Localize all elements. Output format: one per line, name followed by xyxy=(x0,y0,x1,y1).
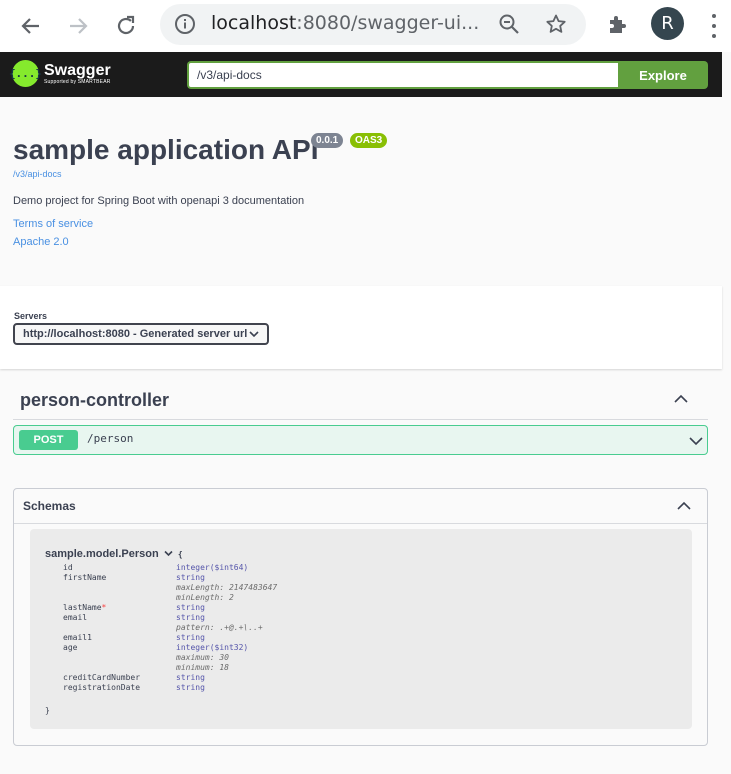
menu-icon[interactable] xyxy=(706,12,722,40)
divider xyxy=(13,419,708,420)
property-row: email1 string xyxy=(30,633,692,643)
property-type: string xyxy=(176,633,205,642)
property-name: email xyxy=(63,613,88,622)
back-button[interactable] xyxy=(17,12,45,40)
chevron-down-icon xyxy=(164,550,173,557)
tag-title[interactable]: person-controller xyxy=(20,390,169,411)
servers-label: Servers xyxy=(14,311,48,321)
terms-link[interactable]: Terms of service xyxy=(13,218,93,230)
property-row: age integer($int32) xyxy=(30,643,692,653)
required-marker: * xyxy=(101,603,107,612)
logo-name: Swagger xyxy=(44,61,111,79)
servers-selected: http://localhost:8080 - Generated server… xyxy=(23,328,248,340)
property-name: registrationDate xyxy=(63,683,141,692)
chevron-up-icon[interactable] xyxy=(676,498,692,519)
profile-avatar[interactable]: R xyxy=(651,7,684,40)
api-docs-link[interactable]: /v3/api-docs xyxy=(13,169,62,179)
logo-subtitle: Supported by SMARTBEAR xyxy=(44,78,111,85)
model-name[interactable]: sample.model.Person { xyxy=(45,548,183,560)
star-icon[interactable] xyxy=(545,13,567,40)
url-text: localhost:8080/swagger-ui... xyxy=(211,12,480,34)
license-link[interactable]: Apache 2.0 xyxy=(13,236,69,248)
schemas-section: Schemas sample.model.Person { id integer(… xyxy=(13,488,708,746)
api-url-input[interactable]: /v3/api-docs xyxy=(187,61,618,89)
property-row: id integer($int64) xyxy=(30,563,692,573)
method-badge: POST xyxy=(19,430,78,450)
property-constraint-row: minLength: 2 xyxy=(30,593,692,603)
info-icon[interactable] xyxy=(174,13,196,40)
reload-button[interactable] xyxy=(112,12,140,40)
open-brace: { xyxy=(177,550,183,559)
property-row: registrationDate string xyxy=(30,683,692,693)
property-constraint-row: minimum: 18 xyxy=(30,663,692,673)
property-type: string xyxy=(176,603,205,612)
servers-select[interactable]: http://localhost:8080 - Generated server… xyxy=(13,323,269,345)
swagger-logo[interactable]: {...} Swagger Supported by SMARTBEAR xyxy=(9,60,111,87)
model-box: sample.model.Person { id integer($int64) f… xyxy=(30,529,692,729)
reload-icon xyxy=(117,15,135,35)
zoom-icon[interactable] xyxy=(498,13,520,40)
version-badge: 0.0.1 xyxy=(311,133,344,148)
arrow-right-icon xyxy=(70,18,88,34)
arrow-left-icon xyxy=(21,18,39,34)
property-row: creditCardNumber string xyxy=(30,673,692,683)
property-name: email1 xyxy=(63,633,92,642)
property-constraint: minimum: 18 xyxy=(176,663,229,672)
chevron-up-icon[interactable] xyxy=(673,391,689,412)
property-name: lastName* xyxy=(63,603,107,612)
property-constraint: pattern: .+@.+\..+ xyxy=(176,623,263,632)
api-description: Demo project for Spring Boot with openap… xyxy=(13,195,305,207)
page-title: sample application API xyxy=(13,134,319,165)
property-type: string xyxy=(176,573,205,582)
property-type: string xyxy=(176,613,205,622)
browser-toolbar: localhost:8080/swagger-ui... R xyxy=(0,0,731,52)
property-type: integer($int32) xyxy=(176,643,249,652)
property-row: email string xyxy=(30,613,692,623)
property-constraint: minLength: 2 xyxy=(176,593,234,602)
property-type: string xyxy=(176,673,205,682)
info-section xyxy=(0,97,722,286)
operation-post-person[interactable]: POST /person xyxy=(13,425,708,455)
property-name: firstName xyxy=(63,573,107,582)
property-name: id xyxy=(63,563,73,572)
swagger-topbar: {...} Swagger Supported by SMARTBEAR /v3… xyxy=(0,52,722,97)
property-constraint-row: maxLength: 2147483647 xyxy=(30,583,692,593)
property-row: lastName* string xyxy=(30,603,692,613)
property-type: integer($int64) xyxy=(176,563,249,572)
property-name: creditCardNumber xyxy=(63,673,141,682)
property-constraint: maxLength: 2147483647 xyxy=(176,583,278,592)
chevron-down-icon[interactable] xyxy=(688,433,704,454)
operation-path: /person xyxy=(87,432,134,445)
schemas-title: Schemas xyxy=(23,499,76,513)
schemas-header[interactable]: Schemas xyxy=(14,489,707,524)
property-name: age xyxy=(63,643,78,652)
forward-button[interactable] xyxy=(64,12,92,40)
oas-badge: OAS3 xyxy=(350,133,388,148)
close-brace: } xyxy=(45,706,50,715)
property-type: string xyxy=(176,683,205,692)
property-constraint: maximum: 30 xyxy=(176,653,229,662)
chevron-down-icon xyxy=(249,331,259,338)
property-row: firstName string xyxy=(30,573,692,583)
explore-button[interactable]: Explore xyxy=(618,61,708,89)
puzzle-icon[interactable] xyxy=(606,12,630,41)
swagger-logo-icon: {...} xyxy=(9,60,42,87)
property-constraint-row: maximum: 30 xyxy=(30,653,692,663)
address-bar[interactable]: localhost:8080/swagger-ui... xyxy=(160,4,586,45)
property-constraint-row: pattern: .+@.+\..+ xyxy=(30,623,692,633)
